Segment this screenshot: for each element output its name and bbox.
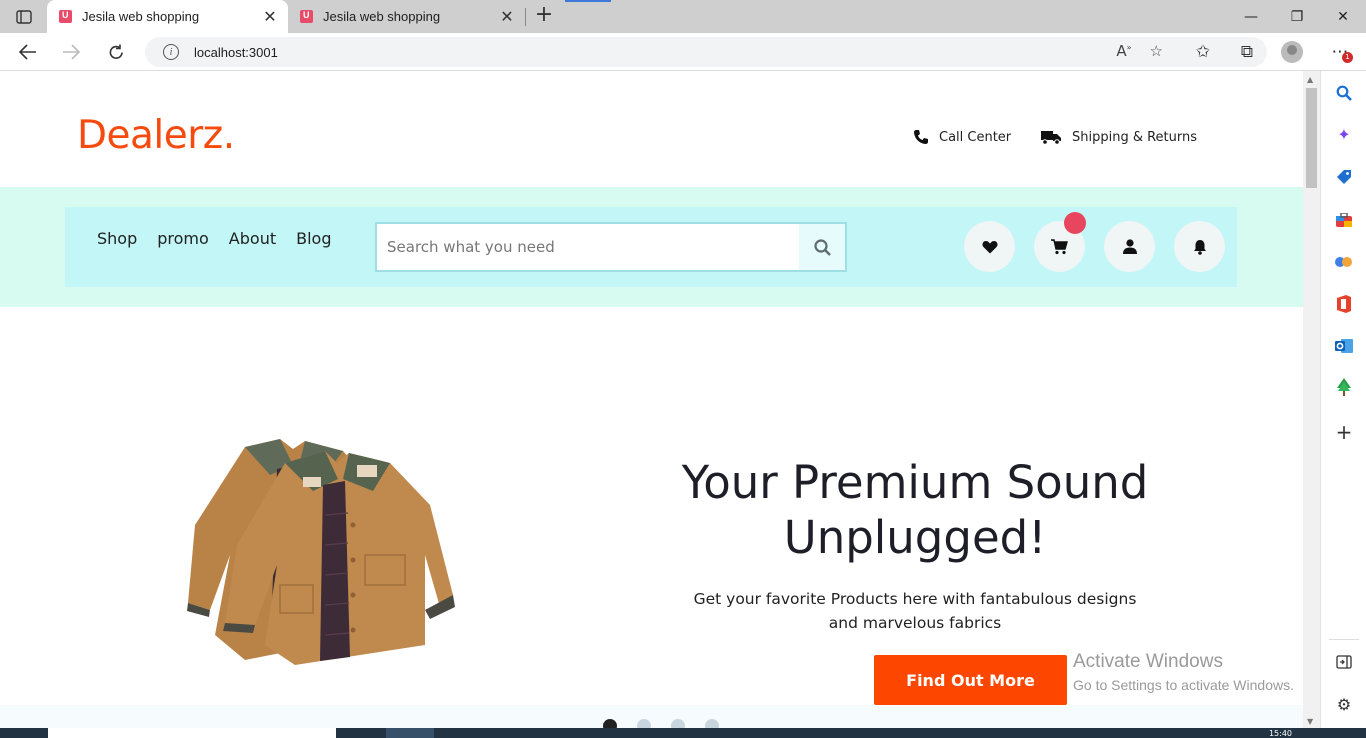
menu-item-promo[interactable]: promo [157, 229, 209, 248]
search-icon [813, 238, 831, 256]
hide-sidebar-icon[interactable] [1333, 651, 1355, 673]
hero-subtitle: Get your favorite Products here with fan… [670, 587, 1160, 635]
menu-item-blog[interactable]: Blog [296, 229, 331, 248]
hero-title-line2: Unplugged! [783, 511, 1047, 564]
tree-icon[interactable] [1333, 376, 1355, 398]
slider-footer [0, 705, 1303, 728]
favicon-icon [59, 10, 72, 23]
address-bar[interactable]: i localhost:3001 A» ☆ [145, 37, 1267, 67]
find-out-more-button[interactable]: Find Out More [874, 655, 1067, 705]
account-button[interactable] [1104, 221, 1155, 272]
scroll-thumb[interactable] [1306, 88, 1317, 188]
notification-badge: 1 [1342, 52, 1353, 63]
maximize-icon[interactable]: ❐ [1274, 0, 1320, 33]
phone-icon [914, 130, 928, 144]
browser-toolbar: i localhost:3001 A» ☆ ✩ ⧉ ⋯ [0, 33, 1366, 71]
edge-sidebar: ✦ + ⚙ [1320, 71, 1366, 728]
page-scrollbar[interactable]: ▲ ▼ [1303, 71, 1320, 728]
slider-dot-2[interactable] [637, 719, 651, 728]
settings-icon[interactable]: ⚙ [1333, 693, 1355, 715]
scroll-up-icon[interactable]: ▲ [1307, 75, 1313, 84]
search-icon[interactable] [1333, 82, 1355, 104]
favorites-icon[interactable]: ✩ [1188, 38, 1218, 66]
taskbar-search[interactable] [48, 728, 336, 738]
info-icon[interactable]: i [163, 44, 179, 60]
collections-icon[interactable]: ⧉ [1232, 38, 1262, 66]
tab-title: Jesila web shopping [82, 9, 200, 24]
add-icon[interactable]: + [1333, 420, 1355, 444]
close-icon[interactable]: ✕ [495, 7, 519, 27]
slider-dot-1[interactable] [603, 719, 617, 728]
slider-dot-3[interactable] [671, 719, 685, 728]
tab-separator [525, 8, 526, 26]
window-close-icon[interactable]: ✕ [1320, 0, 1366, 33]
address-actions: A» ☆ [1116, 42, 1163, 60]
window-controls: — ❐ ✕ [1228, 0, 1366, 33]
taskbar-clock: 15:40 [1268, 729, 1292, 738]
url-text[interactable]: localhost:3001 [194, 45, 278, 60]
tab-inactive[interactable]: Jesila web shopping ✕ [288, 0, 525, 33]
jacket-product-image [187, 439, 455, 665]
taskbar-app[interactable] [386, 728, 434, 738]
tab-actions-icon[interactable] [10, 6, 38, 28]
hero-subtitle-line1: Get your favorite Products here with fan… [693, 590, 1137, 608]
refresh-icon[interactable] [101, 38, 131, 66]
forward-icon[interactable] [56, 38, 86, 66]
hero-title: Your Premium Sound Unplugged! [640, 455, 1190, 565]
tab-indicator [565, 0, 611, 2]
user-icon [1122, 239, 1137, 254]
watermark-line2: Go to Settings to activate Windows. [1073, 677, 1294, 693]
windows-taskbar: 15:40 [0, 728, 1366, 738]
profile-icon[interactable] [1277, 38, 1307, 66]
back-icon[interactable] [13, 38, 43, 66]
tools-icon[interactable] [1333, 209, 1355, 231]
web-page: Dealerz. Call Center Shipping & Returns … [0, 71, 1303, 728]
call-center-label: Call Center [939, 129, 1012, 145]
windows-activation-watermark: Activate Windows Go to Settings to activ… [1073, 651, 1294, 693]
search-box [375, 222, 847, 272]
search-button[interactable] [799, 224, 845, 270]
read-aloud-icon[interactable]: A» [1116, 42, 1131, 60]
call-center-link[interactable]: Call Center [913, 129, 1011, 145]
truck-icon [1041, 131, 1061, 145]
slider-dot-4[interactable] [705, 719, 719, 728]
watermark-line1: Activate Windows [1073, 651, 1223, 672]
office-icon[interactable] [1333, 293, 1355, 315]
copilot-icon[interactable]: ✦ [1333, 123, 1355, 145]
menu-item-about[interactable]: About [229, 229, 276, 248]
tab-strip: Jesila web shopping ✕ Jesila web shoppin… [0, 0, 1366, 33]
games-icon[interactable] [1333, 251, 1355, 273]
cart-count-badge [1064, 212, 1086, 234]
sidebar-divider [1329, 639, 1359, 640]
add-favorite-icon[interactable]: ☆ [1150, 42, 1163, 60]
menu-item-shop[interactable]: Shop [97, 229, 137, 248]
new-tab-icon[interactable]: + [531, 4, 557, 28]
notifications-button[interactable] [1174, 221, 1225, 272]
close-icon[interactable]: ✕ [258, 7, 282, 27]
site-logo[interactable]: Dealerz. [77, 113, 235, 158]
main-menu: Shop promo About Blog [97, 229, 331, 248]
wishlist-button[interactable] [964, 221, 1015, 272]
search-input[interactable] [377, 224, 799, 270]
outlook-icon[interactable] [1333, 335, 1355, 357]
hero-subtitle-line2: and marvelous fabrics [828, 614, 1002, 632]
shipping-link[interactable]: Shipping & Returns [1041, 129, 1197, 145]
hero-title-line1: Your Premium Sound [681, 456, 1149, 509]
favicon-icon [300, 10, 313, 23]
bell-icon [1193, 239, 1206, 255]
heart-icon [981, 240, 998, 253]
navigation-bar: Shop promo About Blog [65, 207, 1237, 287]
cart-icon [1051, 238, 1068, 254]
tab-title: Jesila web shopping [323, 9, 441, 24]
browser-window: Jesila web shopping ✕ Jesila web shoppin… [0, 0, 1366, 738]
shipping-label: Shipping & Returns [1072, 129, 1198, 145]
shopping-tag-icon[interactable] [1333, 166, 1355, 188]
navigation-band: Shop promo About Blog [0, 187, 1303, 307]
minimize-icon[interactable]: — [1228, 0, 1274, 33]
scroll-down-icon[interactable]: ▼ [1307, 717, 1313, 726]
tab-active[interactable]: Jesila web shopping ✕ [47, 0, 288, 33]
